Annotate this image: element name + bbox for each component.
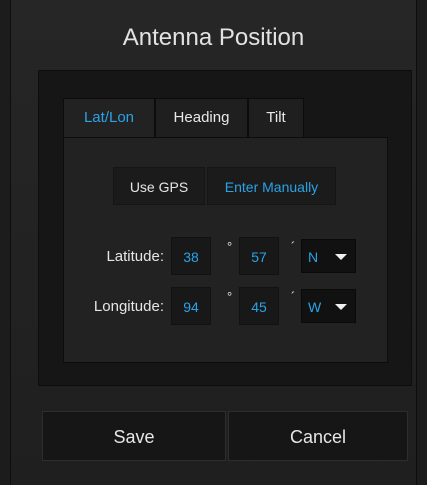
- dialog-title: Antenna Position: [122, 24, 305, 51]
- longitude-label: Longitude:: [93, 298, 164, 315]
- latitude-hemisphere-value: N: [308, 249, 319, 265]
- minute-symbol: ´: [291, 289, 296, 304]
- latitude-label: Latitude:: [106, 248, 164, 265]
- degree-symbol: °: [227, 289, 233, 304]
- longitude-hemisphere-select[interactable]: W: [301, 289, 356, 323]
- tab-lat-lon[interactable]: Lat/Lon: [63, 98, 155, 139]
- longitude-degrees-input[interactable]: 94: [171, 287, 211, 325]
- chevron-down-icon: [335, 304, 347, 310]
- tab-tilt[interactable]: Tilt: [248, 98, 304, 138]
- cancel-button[interactable]: Cancel: [228, 411, 408, 461]
- longitude-minutes-input[interactable]: 45: [239, 287, 279, 325]
- tab-heading[interactable]: Heading: [155, 98, 248, 138]
- enter-manually-button[interactable]: Enter Manually: [207, 167, 336, 205]
- latitude-degrees-input[interactable]: 38: [171, 237, 211, 275]
- minute-symbol: ´: [291, 239, 296, 254]
- longitude-hemisphere-value: W: [308, 299, 322, 315]
- settings-panel: Lat/Lon Heading Tilt Use GPS Enter Manua…: [38, 70, 412, 386]
- latitude-hemisphere-select[interactable]: N: [301, 239, 356, 273]
- save-button[interactable]: Save: [42, 411, 226, 461]
- lat-lon-content: Use GPS Enter Manually Latitude: 38 ° 57…: [63, 137, 388, 363]
- chevron-down-icon: [335, 254, 347, 260]
- antenna-position-dialog: Antenna Position Lat/Lon Heading Tilt Us…: [10, 0, 417, 485]
- use-gps-button[interactable]: Use GPS: [113, 167, 205, 205]
- latitude-minutes-input[interactable]: 57: [239, 237, 279, 275]
- degree-symbol: °: [227, 239, 233, 254]
